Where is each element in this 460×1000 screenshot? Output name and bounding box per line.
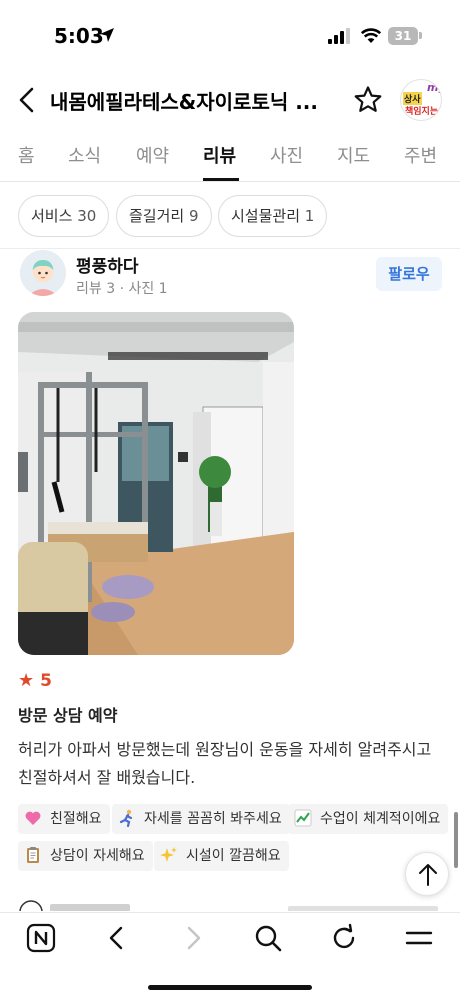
visit-type-label: 방문 상담 예약 (18, 706, 118, 725)
keyword-tag-label: 상담이 자세해요 (50, 848, 145, 864)
clipboard-emoji-icon (27, 847, 39, 863)
profile-avatar[interactable]: my 상사 책임지는 (400, 79, 442, 121)
place-title: 내몸에필라테스&자이로토닉 ... (50, 90, 318, 114)
review-rating: ★ 5 (18, 670, 52, 691)
sparkles-emoji-icon (160, 847, 177, 862)
pilates-studio-photo (18, 312, 294, 655)
status-time: 5:03 (54, 24, 104, 48)
filter-chip-count: 30 (77, 207, 97, 225)
menu-icon[interactable] (404, 923, 434, 953)
battery-icon: 31 (388, 27, 418, 45)
filter-chip-facility[interactable]: 시설물관리 1 (218, 195, 328, 237)
active-tab-indicator (203, 178, 239, 181)
bookmark-star-icon[interactable] (352, 84, 384, 116)
next-review-row-partial (18, 897, 448, 911)
refresh-icon[interactable] (329, 923, 359, 953)
naver-home-icon[interactable] (26, 923, 56, 953)
avatar-text-my: my (427, 81, 441, 94)
filter-chip-label: 서비스 (31, 207, 73, 225)
keyword-tag-label: 친절해요 (50, 811, 102, 827)
runner-emoji-icon (119, 809, 133, 827)
rating-value: 5 (40, 671, 52, 691)
filter-chip-count: 9 (188, 207, 199, 225)
browser-back-icon[interactable] (102, 923, 132, 953)
reviewer-name[interactable]: 평풍하다 (76, 252, 139, 277)
keyword-tag: 자세를 꼼꼼히 봐주세요 (112, 804, 290, 834)
keyword-tag-label: 시설이 깔끔해요 (186, 848, 281, 864)
wifi-icon (360, 28, 382, 43)
tab-photos[interactable]: 사진 (270, 142, 303, 168)
scroll-to-top-button[interactable] (405, 852, 449, 896)
chart-emoji-icon (294, 809, 312, 827)
tab-news[interactable]: 소식 (68, 142, 101, 168)
tab-booking[interactable]: 예약 (136, 142, 169, 168)
location-arrow-icon (100, 28, 114, 42)
filter-chip-service[interactable]: 서비스 30 (18, 195, 110, 237)
keyword-tag: 친절해요 (18, 804, 110, 834)
tab-nearby[interactable]: 주변 (404, 142, 437, 168)
tab-reviews[interactable]: 리뷰 (203, 142, 236, 168)
keyword-tag-label: 자세를 꼼꼼히 봐주세요 (144, 811, 282, 827)
scrollbar[interactable] (454, 812, 458, 868)
cellular-signal-icon (328, 28, 350, 44)
browser-forward-icon[interactable] (178, 923, 208, 953)
battery-tip (419, 32, 422, 39)
filter-chip-count: 1 (304, 207, 315, 225)
section-divider (0, 248, 460, 249)
keyword-tag: 시설이 깔끔해요 (154, 841, 289, 871)
back-chevron-icon[interactable] (12, 84, 42, 116)
tab-map[interactable]: 지도 (337, 142, 370, 168)
filter-chip-label: 시설물관리 (231, 207, 301, 225)
place-header: 내몸에필라테스&자이로토닉 ... my 상사 책임지는 (0, 74, 460, 126)
status-bar: 5:03 31 (0, 0, 460, 70)
reviewer-meta: 리뷰 3 · 사진 1 (76, 281, 168, 297)
home-indicator (148, 985, 312, 990)
reviewer-avatar-illustration (20, 250, 66, 296)
place-tabs: 홈 소식 예약 리뷰 사진 지도 주변 (0, 134, 460, 182)
review-body[interactable]: 허리가 아파서 방문했는데 원장님이 운동을 자세히 알려주시고 친절하셔서 잘… (18, 736, 446, 792)
filter-chip-label: 즐길거리 (129, 207, 185, 225)
avatar-text-line3: 책임지는 (405, 107, 439, 117)
partial-row-shapes (19, 900, 438, 911)
review-photo[interactable] (18, 312, 294, 655)
heart-emoji-icon (25, 811, 41, 825)
keyword-tag: 수업이 체계적이에요 (288, 804, 449, 834)
keyword-tag-label: 수업이 체계적이에요 (320, 811, 441, 827)
tab-home[interactable]: 홈 (18, 142, 35, 168)
arrow-up-icon (419, 864, 437, 886)
reviewer-avatar[interactable] (20, 250, 66, 296)
keyword-tag: 상담이 자세해요 (18, 841, 153, 871)
search-icon[interactable] (253, 923, 283, 953)
rating-star-icon: ★ (18, 670, 35, 691)
follow-button[interactable]: 팔로우 (376, 257, 442, 291)
review-filter-chips: 서비스 30 즐길거리 9 시설물관리 1 (0, 195, 460, 239)
filter-chip-activities[interactable]: 즐길거리 9 (116, 195, 212, 237)
